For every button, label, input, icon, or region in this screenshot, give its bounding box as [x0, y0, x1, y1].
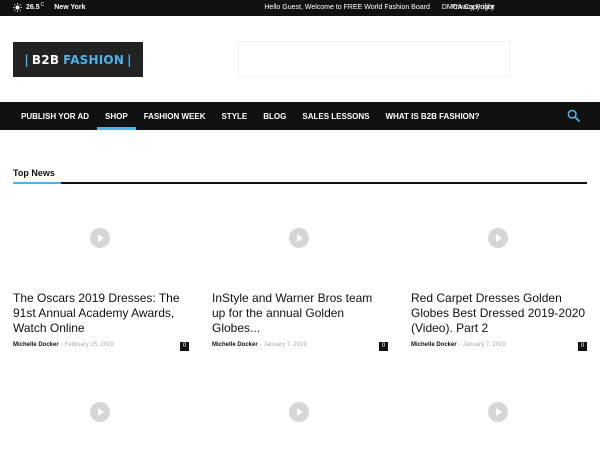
play-icon[interactable] — [488, 402, 508, 422]
news-card-title[interactable]: Red Carpet Dresses Golden Globes Best Dr… — [411, 291, 587, 336]
video-thumbnail[interactable] — [13, 195, 189, 291]
news-card-meta: Michelle Docker - February 25, 2019 0 — [13, 342, 189, 352]
section-title-underline — [13, 182, 61, 184]
news-card: Red Carpet Dresses Golden Globes Best Dr… — [411, 195, 587, 352]
comment-count[interactable]: 0 — [180, 342, 189, 351]
main-navigation: PUBLISH YOR AD SHOP FASHION WEEK STYLE B… — [0, 102, 600, 130]
news-card-meta: Michelle Docker - January 7, 2019 0 — [212, 342, 388, 352]
author-name[interactable]: Michelle Docker — [212, 342, 258, 348]
video-thumbnail[interactable] — [212, 372, 388, 450]
search-icon[interactable] — [567, 109, 580, 122]
site-logo[interactable]: | B2B FASHION | — [13, 42, 143, 77]
news-card — [13, 372, 189, 450]
post-date: February 25, 2019 — [64, 342, 114, 348]
nav-item-sales-lessons[interactable]: SALES LESSONS — [294, 102, 377, 130]
news-card-title[interactable]: InStyle and Warner Bros team up for the … — [212, 291, 388, 336]
news-card — [212, 372, 388, 450]
news-card-title[interactable]: The Oscars 2019 Dresses: The 91st Annual… — [13, 291, 189, 336]
play-icon[interactable] — [289, 228, 309, 248]
temperature-unit[interactable]: C — [41, 2, 45, 8]
video-thumbnail[interactable] — [212, 195, 388, 291]
temperature-value: 26.5 — [26, 4, 40, 11]
section-header: Top News — [13, 168, 587, 184]
post-date: January 7, 2019 — [462, 342, 506, 348]
play-icon[interactable] — [90, 402, 110, 422]
comment-count[interactable]: 0 — [578, 342, 587, 351]
post-date: January 7, 2019 — [263, 342, 307, 348]
news-card-meta: Michelle Docker - January 7, 2019 0 — [411, 342, 587, 352]
nav-item-blog[interactable]: BLOG — [255, 102, 294, 130]
author-name[interactable]: Michelle Docker — [411, 342, 457, 348]
header-ad-space — [238, 41, 510, 77]
city-name: New York — [54, 4, 86, 11]
video-thumbnail[interactable] — [411, 372, 587, 450]
nav-item-publish-ad[interactable]: PUBLISH YOR AD — [13, 102, 97, 130]
nav-item-what-is-b2b-fashion[interactable]: WHAT IS B2B FASHION? — [377, 102, 487, 130]
privacy-policy-link[interactable]: Privacy Policy — [451, 4, 495, 11]
news-card: InStyle and Warner Bros team up for the … — [212, 195, 388, 352]
nav-item-shop[interactable]: SHOP — [97, 102, 136, 130]
news-card — [411, 372, 587, 450]
top-bar: 26.5 C New York Hello Guest, Welcome to … — [0, 0, 600, 16]
welcome-link[interactable]: Hello Guest, Welcome to FREE World Fashi… — [264, 4, 429, 11]
nav-item-style[interactable]: STYLE — [213, 102, 255, 130]
author-name[interactable]: Michelle Docker — [13, 342, 59, 348]
nav-item-fashion-week[interactable]: FASHION WEEK — [136, 102, 214, 130]
play-icon[interactable] — [289, 402, 309, 422]
top-news-section: Top News — [13, 168, 587, 184]
video-thumbnail[interactable] — [411, 195, 587, 291]
weather-widget: 26.5 C New York — [13, 2, 86, 12]
news-card: The Oscars 2019 Dresses: The 91st Annual… — [13, 195, 189, 352]
section-title: Top News — [13, 168, 55, 178]
play-icon[interactable] — [90, 228, 110, 248]
video-thumbnail[interactable] — [13, 372, 189, 450]
comment-count[interactable]: 0 — [379, 342, 388, 351]
play-icon[interactable] — [488, 228, 508, 248]
site-header: | B2B FASHION | — [0, 16, 600, 102]
sun-icon — [13, 3, 22, 12]
